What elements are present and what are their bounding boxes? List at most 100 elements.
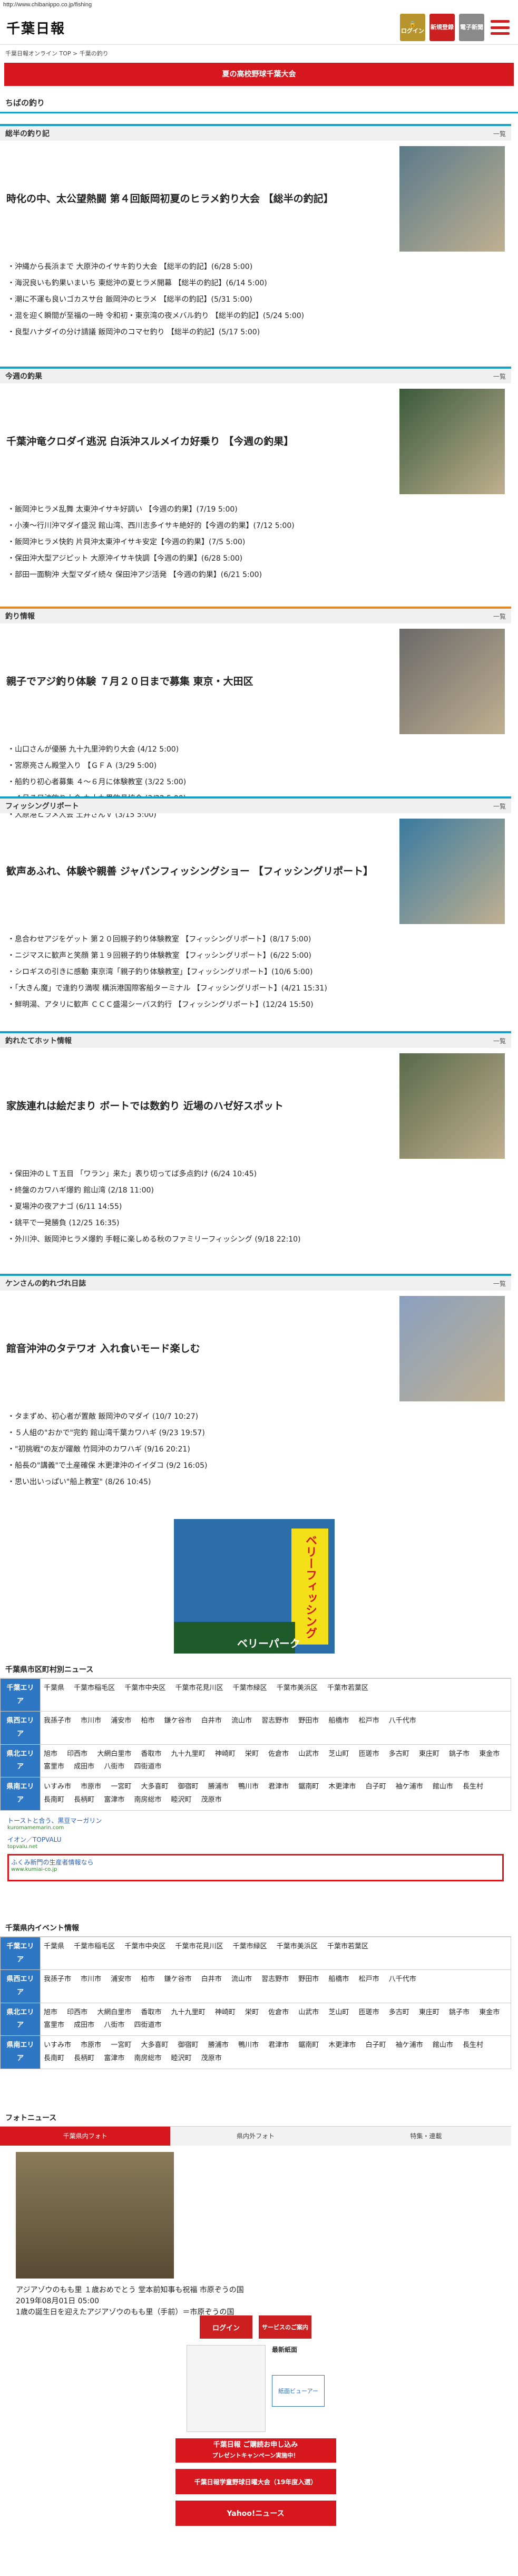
url-bar[interactable]: http://www.chibanippo.co.jp/fishing (0, 0, 518, 11)
city-link[interactable]: 千葉市美浜区 (277, 1684, 318, 1692)
city-link[interactable]: 東庄町 (419, 2008, 439, 2016)
list-item[interactable]: ５人組の"おかで"完釣 館山湾千葉カワハギ (9/23 19:57) (7, 1425, 504, 1441)
list-item[interactable]: 良型ハナダイの分け請議 飯岡沖のコマセ釣り 【総半の釣記】(5/17 5:00) (7, 324, 504, 341)
city-link[interactable]: 東庄町 (419, 1750, 439, 1758)
more-link[interactable]: 一覧 (493, 372, 506, 381)
more-link[interactable]: 一覧 (493, 1279, 506, 1288)
city-link[interactable]: 一宮町 (111, 2041, 131, 2049)
city-link[interactable]: 千葉市若葉区 (327, 1943, 368, 1950)
feature-photo[interactable] (399, 629, 505, 734)
city-link[interactable]: 木更津市 (328, 2041, 356, 2049)
city-link[interactable]: 印西市 (67, 1750, 87, 1758)
city-link[interactable]: 市原市 (81, 2041, 101, 2049)
list-item[interactable]: 山口さんが優勝 九十九里沖釣り大会 (4/12 5:00) (7, 742, 504, 758)
city-link[interactable]: 柏市 (141, 1975, 154, 1983)
city-link[interactable]: 千葉県 (44, 1684, 64, 1692)
city-link[interactable]: 館山市 (433, 2041, 453, 2049)
city-link[interactable]: 野田市 (298, 1975, 319, 1983)
text-ad-1[interactable]: トーストと合う、黒豆マーガリン (7, 1816, 102, 1825)
city-link[interactable]: 千葉県 (44, 1943, 64, 1950)
city-link[interactable]: 船橋市 (328, 1717, 349, 1725)
city-link[interactable]: 九十九里町 (171, 2008, 206, 2016)
city-link[interactable]: 成田市 (74, 1763, 94, 1771)
city-link[interactable]: 館山市 (433, 1783, 453, 1791)
list-item[interactable]: 「大きん魔」で逢釣り満喫 構浜港国際客船ターミナル 【フィッシングリポート】(4… (7, 981, 504, 997)
city-link[interactable]: 東金市 (479, 2008, 500, 2016)
city-link[interactable]: 大網白里市 (97, 2008, 131, 2016)
feature-title[interactable]: 時化の中、太公望熱闘 第４回飯岡初夏のヒラメ釣り大会 【総半の釣記】 (6, 192, 399, 206)
list-item[interactable]: 外川沖、飯岡沖ヒラメ爆釣 手軽に楽しめる秋のファミリーフィッシング (9/18 … (7, 1232, 504, 1248)
city-link[interactable]: 山武市 (298, 2008, 319, 2016)
city-link[interactable]: 鋸南町 (298, 1783, 319, 1791)
list-item[interactable]: 息合わせアジをゲット 第２０回親子釣り体験教室 【フィッシングリポート】(8/1… (7, 931, 504, 948)
event-banner[interactable]: 夏の高校野球千葉大会 (4, 63, 514, 86)
list-item[interactable]: 潮に不運も良いゴカスサ台 飯岡沖のヒラメ 【総半の釣記】(5/31 5:00) (7, 292, 504, 308)
feature-article[interactable]: 千葉沖竜クロダイ逃況 白浜沖スルメイカ好乗り 【今週の釣果】 (0, 383, 511, 499)
city-link[interactable]: 銚子市 (449, 2008, 470, 2016)
tab-local-photo[interactable]: 千葉県内フォト (0, 2127, 171, 2146)
list-item[interactable]: 宮原亮さん殿堂入り 【ＧＦＡ (3/29 5:00) (7, 758, 504, 774)
city-link[interactable]: 長南町 (44, 2054, 64, 2062)
city-link[interactable]: 南房総市 (134, 2054, 161, 2062)
city-link[interactable]: 我孫子市 (44, 1717, 71, 1725)
list-item[interactable]: 海況良いも釣果いまいち 東総沖の夏ヒラメ開幕 【総半の釣記】(6/14 5:00… (7, 275, 504, 292)
feature-photo[interactable] (399, 1296, 505, 1401)
photo-news-image[interactable] (16, 2152, 174, 2279)
city-link[interactable]: 匝瑳市 (359, 2008, 379, 2016)
city-link[interactable]: 多古町 (389, 1750, 409, 1758)
city-link[interactable]: 習志野市 (261, 1717, 289, 1725)
city-link[interactable]: 長柄町 (74, 2054, 94, 2062)
city-link[interactable]: 睦沢町 (171, 2054, 192, 2062)
city-link[interactable]: いすみ市 (44, 1783, 71, 1791)
city-link[interactable]: 成田市 (74, 2021, 94, 2029)
feature-article[interactable]: 家族連れは絵だまり ボートでは数釣り 近場のハゼ好スポット (0, 1048, 511, 1164)
list-item[interactable]: 沖縄から長浜まで 大原沖のイサキ釣り大会 【総半の釣記】(6/28 5:00) (7, 259, 504, 275)
city-link[interactable]: 白井市 (201, 1975, 222, 1983)
city-link[interactable]: 八千代市 (389, 1717, 416, 1725)
city-link[interactable]: 柏市 (141, 1717, 154, 1725)
list-item[interactable]: ニジマスに歓声と笑顔 第１９回親子釣り体験教室 【フィッシングリポート】(6/2… (7, 948, 504, 964)
login-button[interactable]: 🔒 ログイン (400, 14, 425, 41)
feature-title[interactable]: 親子でアジ釣り体験 ７月２０日まで募集 東京・大田区 (6, 675, 399, 689)
list-item[interactable]: タまずめ、初心者が置敵 飯岡沖のマダイ (10/7 10:27) (7, 1409, 504, 1425)
city-link[interactable]: 大多喜町 (141, 1783, 168, 1791)
list-item[interactable]: "初挑戦"の友が躍敵 竹岡沖のカワハギ (9/16 20:21) (7, 1441, 504, 1458)
city-link[interactable]: 白子町 (366, 2041, 386, 2049)
city-link[interactable]: 船橋市 (328, 1975, 349, 1983)
city-link[interactable]: 白井市 (201, 1717, 222, 1725)
paper-viewer-button[interactable]: 紙面ビューアー (272, 2375, 325, 2407)
list-item[interactable]: 夏場沖の夜アナゴ (6/11 14:55) (7, 1199, 504, 1215)
city-link[interactable]: 八街市 (104, 1763, 124, 1771)
list-item[interactable]: 飯岡沖ヒラメ乱舞 太東沖イサキ好調い 【今週の釣果】(7/19 5:00) (7, 502, 504, 518)
city-link[interactable]: 旭市 (44, 1750, 57, 1758)
city-link[interactable]: 市川市 (81, 1975, 101, 1983)
list-item[interactable]: 小湊～行川沖マダイ盛況 館山湾、西川志多イサキ絶好的【今週の釣果】(7/12 5… (7, 518, 504, 534)
service-guide-button[interactable]: サービスのご案内 (259, 2315, 311, 2339)
city-link[interactable]: 勝浦市 (208, 2041, 229, 2049)
city-link[interactable]: 君津市 (268, 1783, 289, 1791)
bottom-login-button[interactable]: ログイン (200, 2315, 252, 2339)
city-link[interactable]: 君津市 (268, 2041, 289, 2049)
city-link[interactable]: 千葉市稲毛区 (74, 1684, 115, 1692)
city-link[interactable]: 富里市 (44, 1763, 64, 1771)
city-link[interactable]: 八千代市 (389, 1975, 416, 1983)
city-link[interactable]: 浦安市 (111, 1975, 131, 1983)
list-item[interactable]: シロギスの引きに感動 東京湾「親子釣り体験教室」【フィッシングリポート】(10/… (7, 964, 504, 981)
city-link[interactable]: 千葉市緑区 (233, 1684, 267, 1692)
register-button[interactable]: 新規登録 (429, 14, 455, 41)
city-link[interactable]: 富津市 (104, 2054, 124, 2062)
more-link[interactable]: 一覧 (493, 802, 506, 811)
feature-title[interactable]: 館音沖沖のタテワオ 入れ食いモード楽しむ (6, 1342, 399, 1356)
city-link[interactable]: いすみ市 (44, 2041, 71, 2049)
city-link[interactable]: 我孫子市 (44, 1975, 71, 1983)
city-link[interactable]: 睦沢町 (171, 1796, 192, 1804)
city-link[interactable]: 千葉市中央区 (124, 1943, 165, 1950)
tab-feature[interactable]: 特集・連載 (340, 2127, 511, 2146)
city-link[interactable]: 大網白里市 (97, 1750, 131, 1758)
city-link[interactable]: 千葉市中央区 (124, 1684, 165, 1692)
feature-article[interactable]: 館音沖沖のタテワオ 入れ食いモード楽しむ (0, 1291, 511, 1407)
city-link[interactable]: 流山市 (231, 1717, 252, 1725)
city-link[interactable]: 千葉市花見川区 (175, 1943, 223, 1950)
city-link[interactable]: 鎌ケ谷市 (164, 1975, 192, 1983)
city-link[interactable]: 長南町 (44, 1796, 64, 1804)
